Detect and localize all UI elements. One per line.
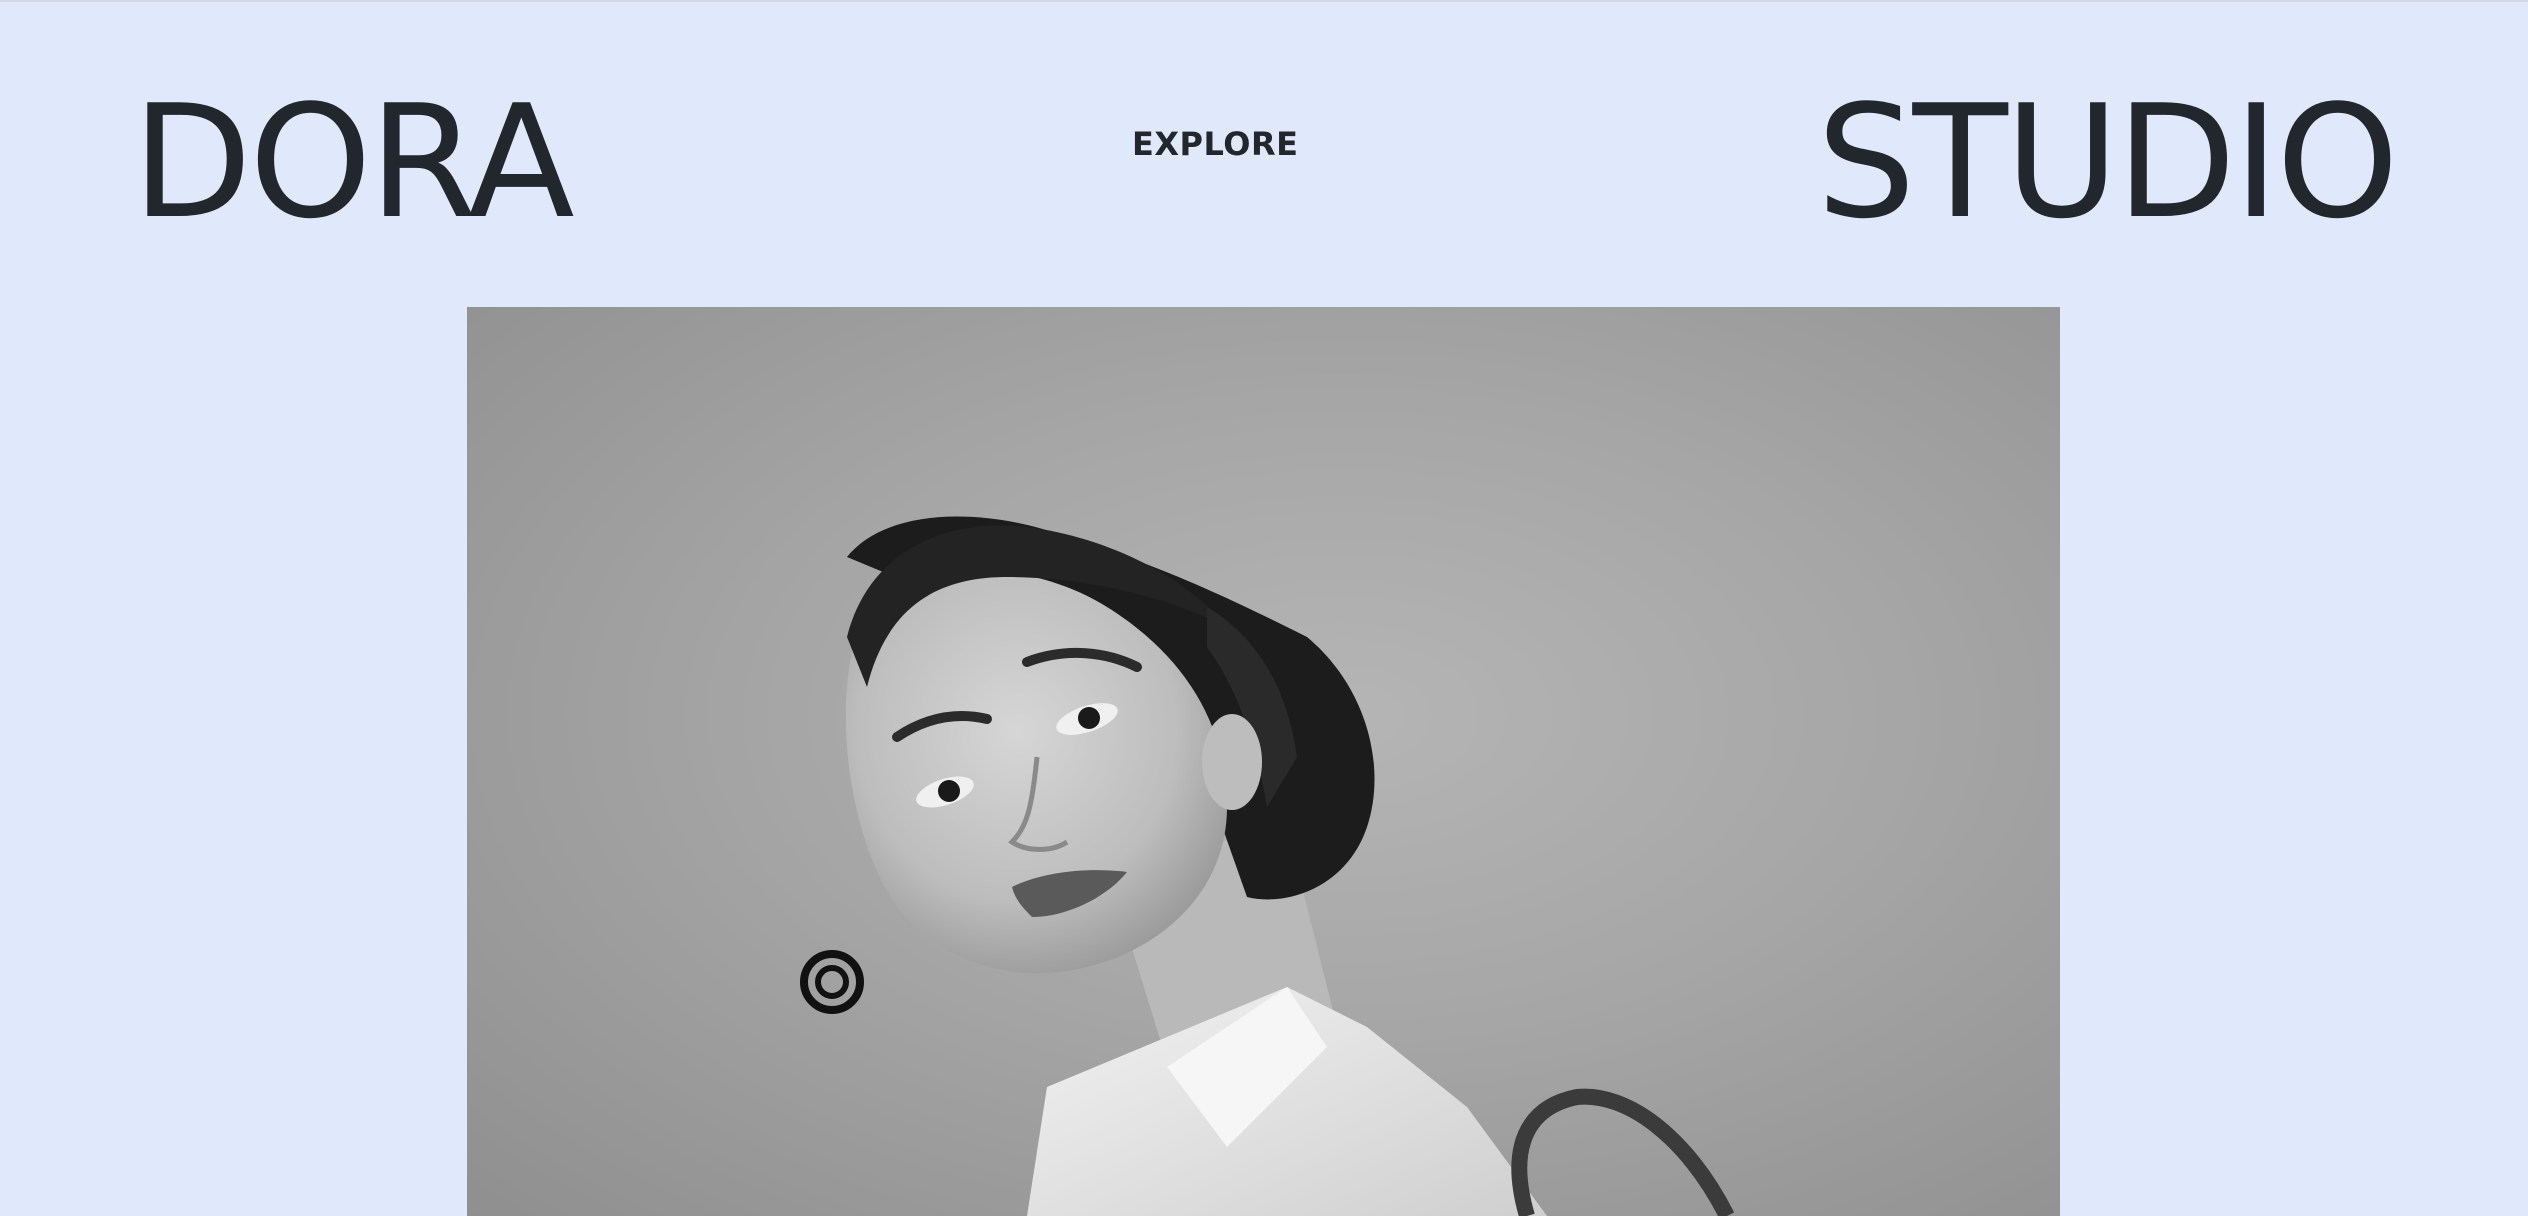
bag-strap: [1511, 1088, 1735, 1216]
iris-left: [938, 780, 960, 802]
hero-portrait-photo: [467, 307, 2060, 1216]
iris-right: [1078, 707, 1100, 729]
brand-name-right[interactable]: STUDIO: [1817, 72, 2399, 252]
brand-name-left[interactable]: DORA: [132, 72, 575, 252]
ear-shape: [1202, 714, 1262, 810]
explore-link[interactable]: EXPLORE: [1132, 124, 1298, 164]
earring-outer: [800, 950, 864, 1014]
earring-inner: [815, 965, 849, 999]
portrait-illustration: [800, 516, 1735, 1216]
site-header: DORA EXPLORE STUDIO: [0, 0, 2528, 290]
page: DORA EXPLORE STUDIO: [0, 0, 2528, 1216]
